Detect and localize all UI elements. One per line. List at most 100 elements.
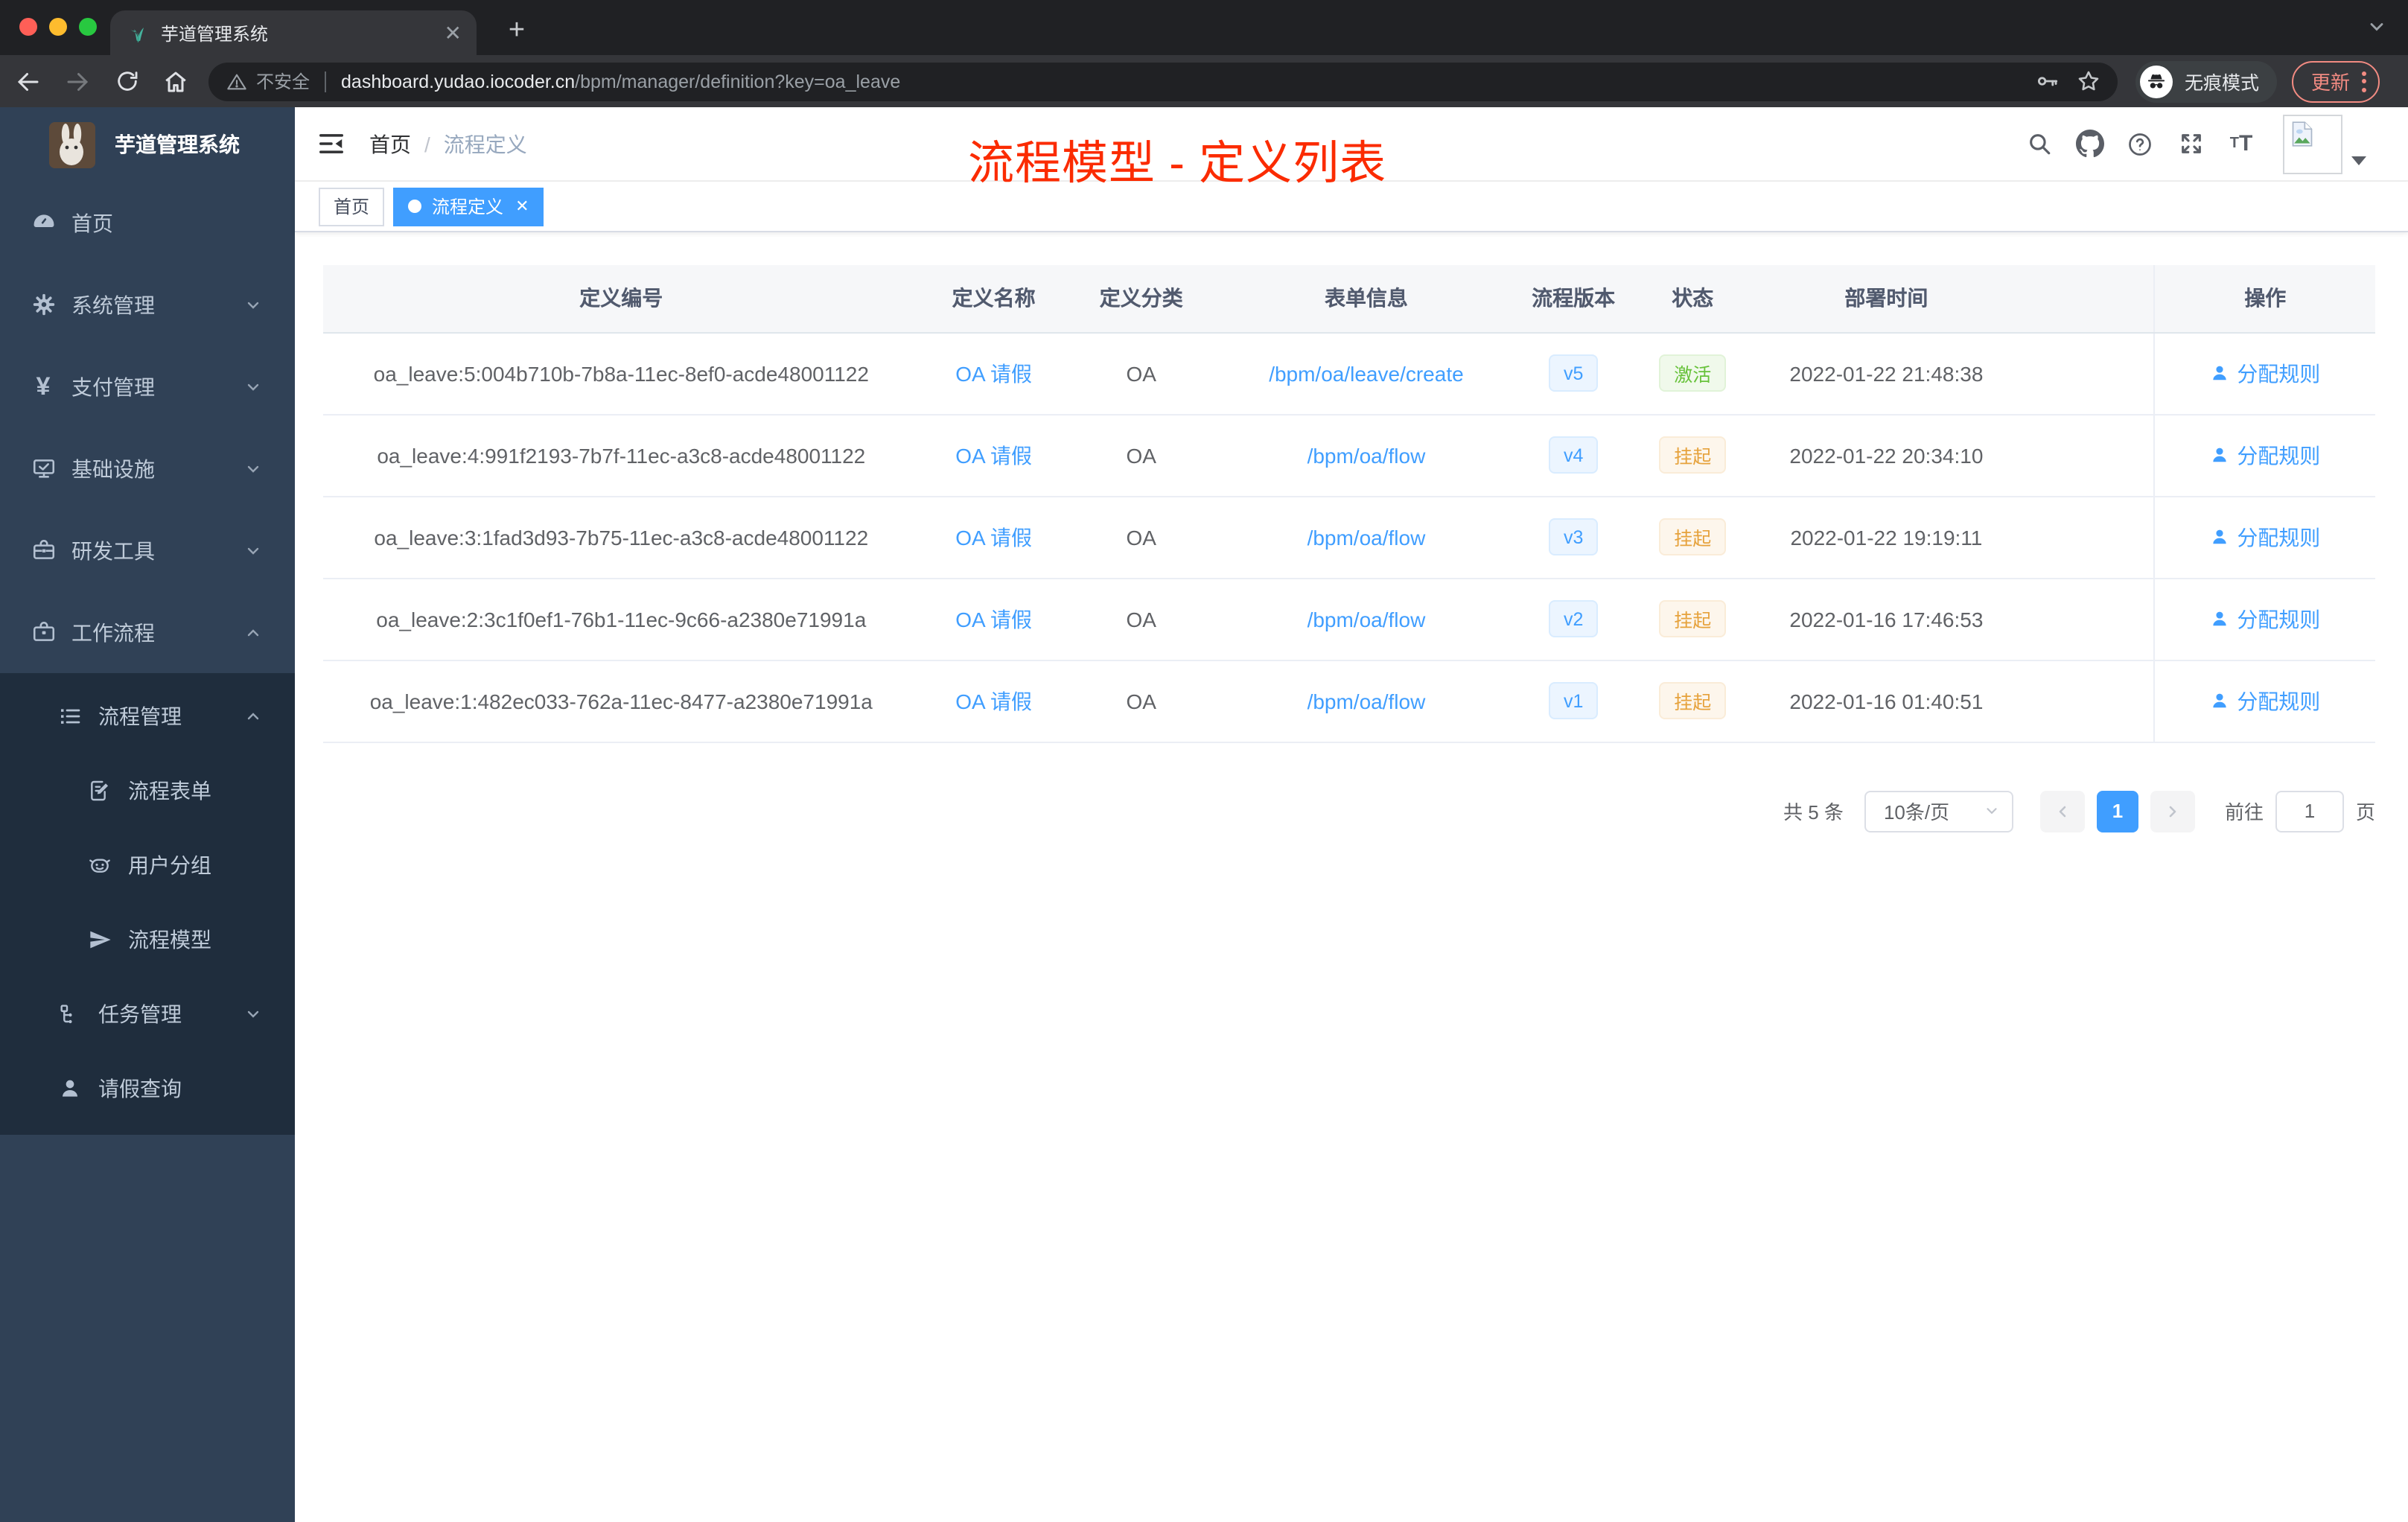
address-bar[interactable]: 不安全 dashboard.yudao.iocoder.cn/bpm/manag… <box>208 62 2118 101</box>
status-badge: 挂起 <box>1659 518 1727 555</box>
cell-category: OA <box>1068 414 1214 497</box>
new-tab-button[interactable]: + <box>497 12 536 51</box>
form-link[interactable]: /bpm/oa/flow <box>1307 525 1426 549</box>
assign-rule-button[interactable]: 分配规则 <box>2210 358 2320 388</box>
table-row: oa_leave:3:1fad3d93-7b75-11ec-a3c8-acde4… <box>323 496 2375 579</box>
definition-name-link[interactable]: OA 请假 <box>955 443 1032 467</box>
cell-definition-id: oa_leave:2:3c1f0ef1-76b1-11ec-9c66-a2380… <box>323 578 920 660</box>
navbar-actions: TT <box>2021 107 2408 180</box>
window-close-button[interactable] <box>19 18 37 36</box>
sidebar-item-process-management[interactable]: 流程管理 <box>0 679 295 754</box>
tag-process-definition[interactable]: 流程定义 ✕ <box>393 187 544 226</box>
tab-search-caret-icon[interactable] <box>2366 16 2387 37</box>
password-key-icon[interactable] <box>2025 60 2067 102</box>
form-link[interactable]: /bpm/oa/flow <box>1307 689 1426 713</box>
sidebar-item-leave-query[interactable]: 请假查询 <box>0 1051 295 1126</box>
version-badge[interactable]: v5 <box>1548 354 1599 392</box>
sidebar-item-workflow[interactable]: 工作流程 <box>0 591 295 673</box>
user-avatar-dropdown[interactable] <box>2283 114 2366 173</box>
sidebar-item-system[interactable]: 系统管理 <box>0 264 295 346</box>
cell-definition-id: oa_leave:4:991f2193-7b7f-11ec-a3c8-acde4… <box>323 414 920 497</box>
assign-rule-button[interactable]: 分配规则 <box>2210 440 2320 470</box>
search-icon[interactable] <box>2021 126 2057 162</box>
person-icon <box>57 1075 83 1102</box>
definition-table: 定义编号 定义名称 定义分类 表单信息 流程版本 状态 部署时间 操作 oa_l… <box>323 265 2375 742</box>
cell-deploy-time: 2022-01-16 17:46:53 <box>1756 578 2016 660</box>
help-icon[interactable] <box>2122 126 2158 162</box>
goto-label: 前往 <box>2224 801 2264 824</box>
paper-plane-icon <box>86 926 113 953</box>
tab-close-icon[interactable]: ✕ <box>445 22 462 43</box>
yen-icon: ¥ <box>36 372 51 400</box>
window-minimize-button[interactable] <box>49 18 67 36</box>
not-secure-warning-icon <box>227 73 246 89</box>
status-badge: 挂起 <box>1659 600 1727 637</box>
github-icon[interactable] <box>2071 126 2107 162</box>
toolbox-icon <box>30 537 57 564</box>
sidebar-item-user-groups[interactable]: 用户分组 <box>0 828 295 902</box>
prev-page-button[interactable] <box>2039 790 2085 832</box>
tag-close-icon[interactable]: ✕ <box>515 197 529 216</box>
user-icon <box>2213 448 2226 462</box>
sidebar-item-payment[interactable]: ¥ 支付管理 <box>0 346 295 427</box>
page-size-select[interactable]: 10条/页 <box>1864 790 2013 832</box>
sidebar-item-dev-tools[interactable]: 研发工具 <box>0 509 295 591</box>
version-badge[interactable]: v3 <box>1548 518 1599 555</box>
version-badge[interactable]: v1 <box>1548 682 1599 719</box>
browser-tabstrip: 芋道管理系统 ✕ + <box>0 0 2408 55</box>
page-number-button[interactable]: 1 <box>2096 790 2138 832</box>
sidebar-toggle-icon[interactable] <box>304 117 357 171</box>
column-header-form: 表单信息 <box>1214 265 1519 333</box>
table-row: oa_leave:1:482ec033-762a-11ec-8477-a2380… <box>323 660 2375 742</box>
status-badge: 激活 <box>1659 354 1727 392</box>
sidebar-item-process-model[interactable]: 流程模型 <box>0 902 295 977</box>
forward-icon[interactable] <box>57 60 98 102</box>
security-label[interactable]: 不安全 <box>256 69 310 94</box>
url-text[interactable]: dashboard.yudao.iocoder.cn/bpm/manager/d… <box>341 71 2025 92</box>
pagination-total: 共 5 条 <box>1783 801 1844 824</box>
browser-menu-icon[interactable] <box>2362 71 2367 92</box>
reload-icon[interactable] <box>106 60 147 102</box>
assign-rule-button[interactable]: 分配规则 <box>2210 604 2320 634</box>
status-badge: 挂起 <box>1659 682 1727 719</box>
assign-rule-button[interactable]: 分配规则 <box>2210 686 2320 716</box>
next-page-button[interactable] <box>2150 790 2195 832</box>
cell-deploy-time: 2022-01-16 01:40:51 <box>1756 660 2016 742</box>
window-zoom-button[interactable] <box>79 18 97 36</box>
definition-name-link[interactable]: OA 请假 <box>955 525 1032 549</box>
cell-definition-id: oa_leave:5:004b710b-7b8a-11ec-8ef0-acde4… <box>323 332 920 415</box>
sidebar-item-infrastructure[interactable]: 基础设施 <box>0 427 295 509</box>
form-link[interactable]: /bpm/oa/flow <box>1307 607 1426 631</box>
caret-down-icon <box>2351 156 2366 165</box>
sidebar-item-home[interactable]: 首页 <box>0 182 295 264</box>
sidebar-logo[interactable]: 芋道管理系统 <box>0 107 295 182</box>
tag-home[interactable]: 首页 <box>319 187 385 226</box>
goto-page-input[interactable] <box>2275 790 2344 832</box>
sidebar-item-process-form[interactable]: 流程表单 <box>0 754 295 828</box>
version-badge[interactable]: v2 <box>1548 600 1599 637</box>
cell-category: OA <box>1068 660 1214 742</box>
form-link[interactable]: /bpm/oa/flow <box>1307 443 1426 467</box>
breadcrumb-home[interactable]: 首页 <box>369 129 411 159</box>
monitor-check-icon <box>30 455 57 482</box>
app-title: 芋道管理系统 <box>115 133 240 156</box>
back-icon[interactable] <box>7 60 49 102</box>
form-link[interactable]: /bpm/oa/leave/create <box>1269 361 1464 385</box>
chevron-up-icon <box>244 623 262 641</box>
definition-name-link[interactable]: OA 请假 <box>955 361 1032 385</box>
version-badge[interactable]: v4 <box>1548 436 1599 474</box>
bookmark-star-icon[interactable] <box>2067 60 2109 102</box>
cell-definition-id: oa_leave:3:1fad3d93-7b75-11ec-a3c8-acde4… <box>323 496 920 579</box>
definition-name-link[interactable]: OA 请假 <box>955 689 1032 713</box>
gear-icon <box>30 291 57 318</box>
fullscreen-icon[interactable] <box>2173 126 2208 162</box>
home-icon[interactable] <box>155 60 197 102</box>
cell-deploy-time: 2022-01-22 21:48:38 <box>1756 332 2016 415</box>
browser-tab[interactable]: 芋道管理系统 ✕ <box>110 10 477 55</box>
assign-rule-button[interactable]: 分配规则 <box>2210 522 2320 552</box>
definition-name-link[interactable]: OA 请假 <box>955 607 1032 631</box>
font-size-icon[interactable]: TT <box>2223 126 2259 162</box>
chevron-down-icon <box>244 378 262 395</box>
sidebar-item-task-management[interactable]: 任务管理 <box>0 977 295 1051</box>
update-button[interactable]: 更新 <box>2292 60 2380 102</box>
